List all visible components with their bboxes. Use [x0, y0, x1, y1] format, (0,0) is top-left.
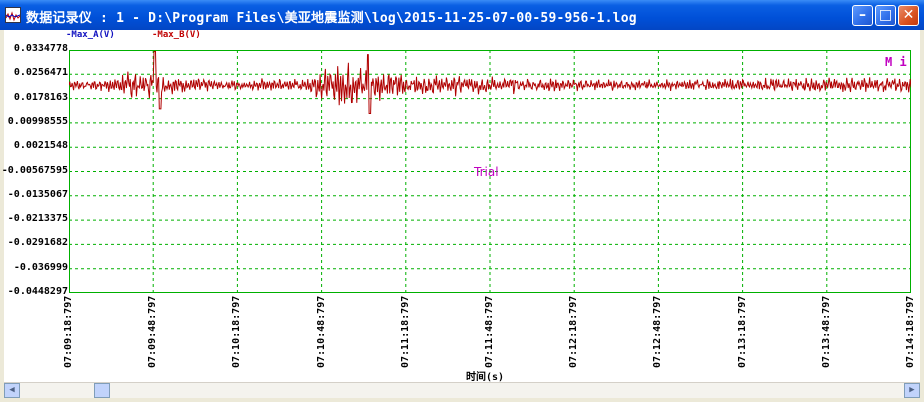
x-tick-label: 07:10:18:797	[231, 295, 243, 368]
y-tick-label: 0.00998555	[7, 115, 68, 127]
x-tick-label: 07:14:18:797	[905, 295, 916, 368]
x-tick-label: 07:13:48:797	[820, 295, 832, 368]
trial-watermark: Trial	[473, 165, 499, 179]
y-tick-label: -0.0213375	[7, 213, 68, 225]
chart-app-icon[interactable]	[5, 7, 21, 23]
legend-max-a: -Max_A(V)	[66, 30, 115, 40]
x-axis: 07:09:18:797 07:09:48:797 07:10:18:797 07:1…	[4, 292, 920, 372]
y-axis: 0.0334778 0.0256471 0.0178163 0.00998555 0.0…	[1, 43, 68, 297]
y-tick-label: -0.036999	[13, 261, 68, 273]
horizontal-scrollbar[interactable]: ◀ ▶	[4, 382, 920, 398]
app-window: 数据记录仪 : 1 - D:\Program Files\美亚地震监测\log\…	[0, 0, 924, 402]
y-tick-label: -0.0135067	[7, 188, 68, 200]
x-tick-label: 07:09:18:797	[63, 295, 74, 368]
y-tick-label: -0.0291682	[7, 237, 68, 249]
scroll-thumb[interactable]	[94, 383, 110, 398]
y-tick-label: -0.00567595	[1, 164, 68, 176]
x-tick-label: 07:11:18:797	[399, 295, 411, 368]
x-tick-label: 07:09:48:797	[147, 295, 159, 368]
close-button[interactable]: ✕	[898, 5, 919, 26]
plot-marker: M i	[885, 55, 907, 69]
x-tick-label: 07:13:18:797	[736, 295, 748, 368]
title-bar[interactable]: 数据记录仪 : 1 - D:\Program Files\美亚地震监测\log\…	[0, 0, 924, 30]
chart-area: -Max_A(V) -Max_B(V) 0.0334778 0.0256471 0.…	[1, 30, 920, 398]
minimize-button[interactable]: –	[852, 5, 873, 26]
y-tick-label: 0.0256471	[13, 67, 68, 79]
x-axis-title: 时间(s)	[466, 372, 505, 383]
plot-area: M i Trial	[69, 50, 911, 293]
y-tick-label: 0.0334778	[13, 43, 68, 54]
x-tick-label: 07:12:48:797	[652, 295, 664, 368]
x-tick-label: 07:11:48:797	[484, 295, 495, 368]
y-tick-label: 0.0021548	[13, 140, 68, 152]
legend-max-b: -Max_B(V)	[152, 30, 201, 40]
scroll-right-button[interactable]: ▶	[904, 383, 920, 398]
y-tick-label: 0.0178163	[13, 91, 68, 103]
x-tick-label: 07:12:18:797	[568, 295, 580, 368]
maximize-button[interactable]: □	[875, 5, 896, 26]
window-title: 数据记录仪 : 1 - D:\Program Files\美亚地震监测\log\…	[26, 11, 637, 26]
scroll-left-button[interactable]: ◀	[4, 383, 20, 398]
x-tick-label: 07:10:48:797	[315, 295, 327, 368]
